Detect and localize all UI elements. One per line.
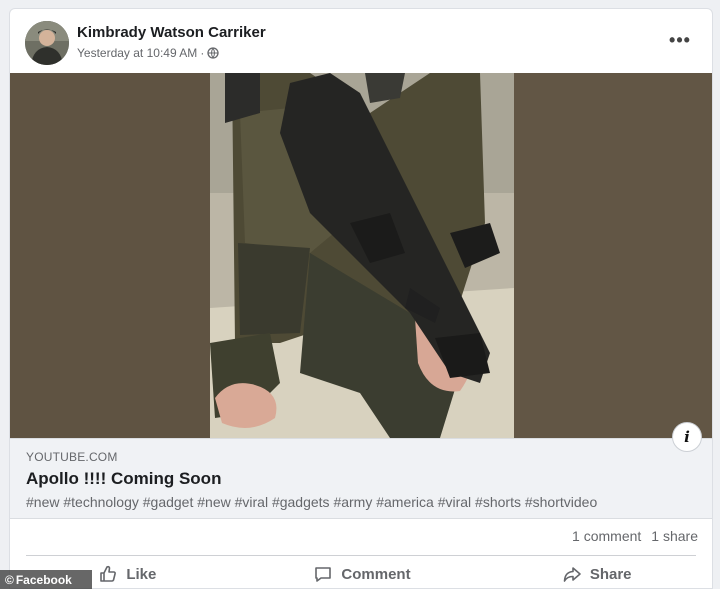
comment-count[interactable]: 1 comment — [572, 528, 641, 544]
share-label: Share — [589, 565, 632, 583]
avatar-photo — [25, 21, 69, 65]
like-label: Like — [126, 565, 157, 583]
facebook-post-card: Kimbrady Watson Carriker Yesterday at 10… — [9, 8, 713, 589]
comment-label: Comment — [341, 565, 411, 583]
comment-bubble-icon — [315, 567, 332, 582]
share-button[interactable]: Share — [479, 559, 712, 588]
author-name[interactable]: Kimbrady Watson Carriker — [77, 24, 266, 41]
facebook-watermark: © Facebook — [0, 570, 92, 589]
video-thumbnail[interactable] — [10, 73, 712, 438]
watermark-text: Facebook — [15, 572, 72, 587]
comment-button[interactable]: Comment — [245, 559, 480, 588]
info-button[interactable]: i — [672, 422, 702, 452]
globe-icon — [207, 47, 219, 59]
link-title[interactable]: Apollo !!!! Coming Soon — [26, 469, 221, 489]
post-header: Kimbrady Watson Carriker Yesterday at 10… — [10, 9, 712, 73]
actions-divider — [26, 555, 696, 556]
video-frame-image — [10, 73, 712, 438]
share-arrow-icon — [563, 567, 581, 582]
post-timestamp[interactable]: Yesterday at 10:49 AM — [77, 46, 197, 60]
author-avatar[interactable] — [25, 21, 69, 65]
post-meta: Yesterday at 10:49 AM · — [77, 46, 219, 60]
thumbs-up-icon — [100, 565, 117, 582]
engagement-stats: 1 comment 1 share — [572, 528, 698, 544]
meta-separator: · — [200, 46, 205, 60]
share-count[interactable]: 1 share — [651, 528, 698, 544]
link-domain: YOUTUBE.COM — [26, 450, 118, 464]
more-options-button[interactable]: ••• — [666, 27, 694, 53]
copyright-symbol: © — [5, 572, 14, 587]
post-actions: Like Comment Share — [10, 559, 712, 588]
link-hashtags: #new #technology #gadget #new #viral #ga… — [26, 494, 598, 510]
link-preview[interactable]: YOUTUBE.COM Apollo !!!! Coming Soon #new… — [10, 438, 712, 519]
